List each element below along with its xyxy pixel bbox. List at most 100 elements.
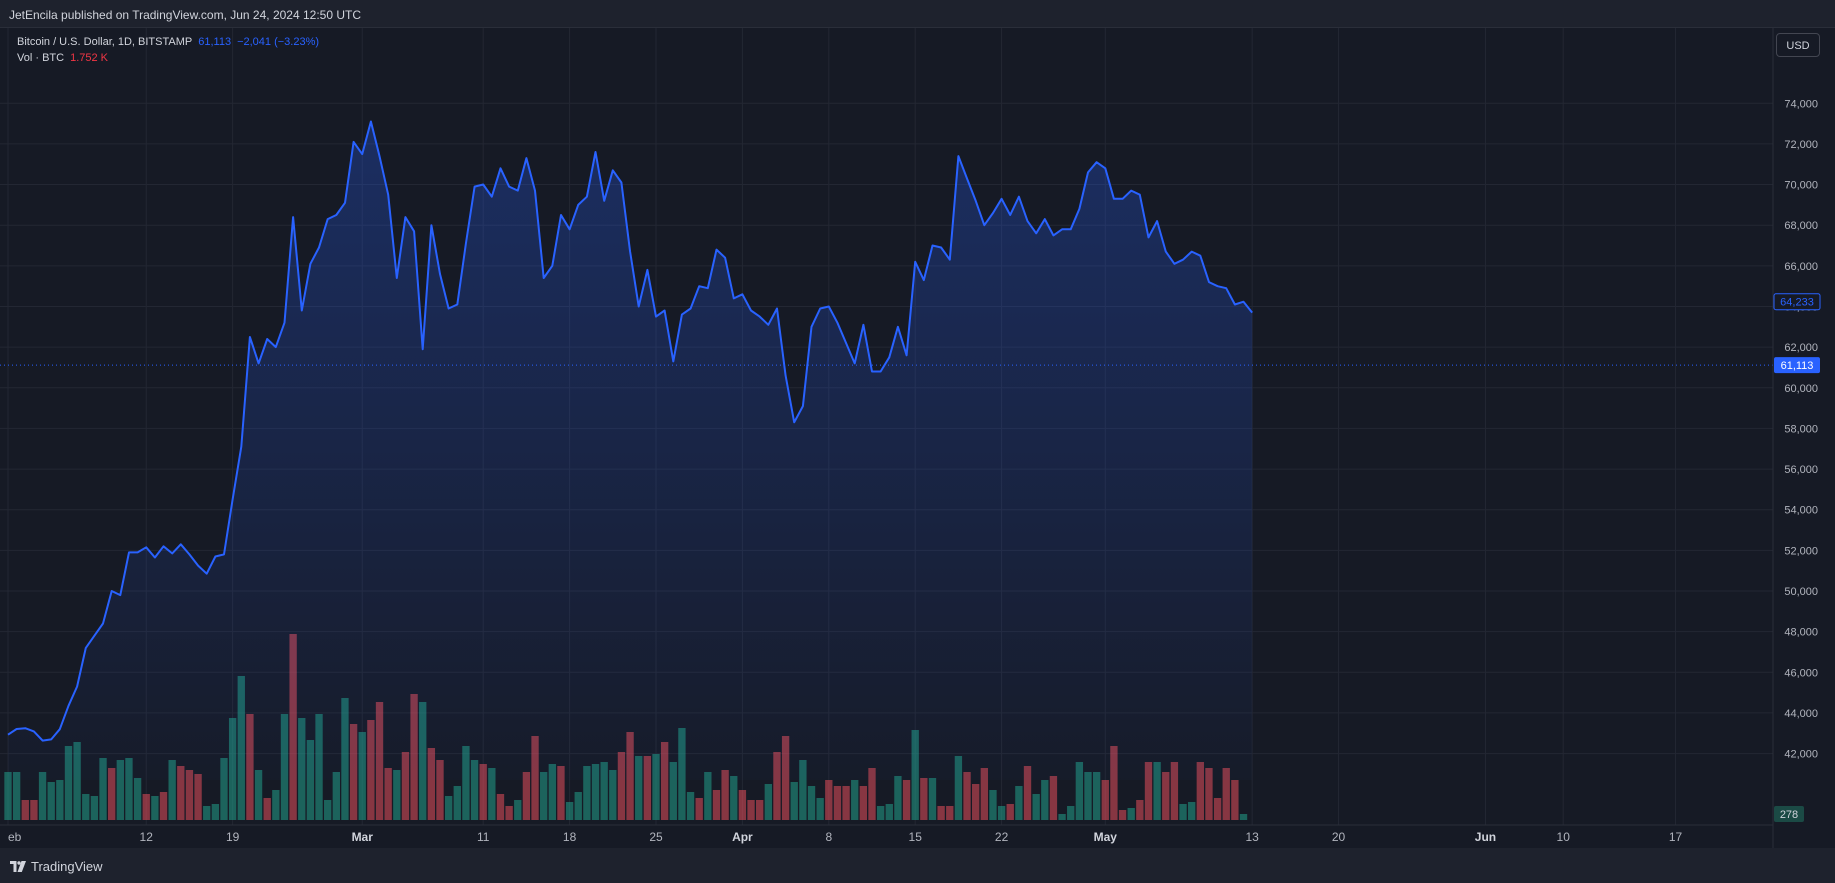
volume-bar	[928, 778, 937, 820]
volume-value: 1.752 K	[70, 52, 108, 64]
volume-bar	[885, 804, 893, 820]
volume-bar	[1032, 794, 1040, 820]
x-tick-label: 25	[649, 830, 663, 844]
volume-bar	[21, 800, 29, 820]
volume-bar	[972, 784, 980, 820]
volume-bar	[756, 800, 764, 820]
price-change: −2,041 (−3.23%)	[237, 36, 320, 48]
volume-bar	[1015, 786, 1023, 820]
volume-bar	[946, 806, 954, 820]
y-tick-label: 44,000	[1784, 708, 1818, 720]
volume-bar	[505, 806, 513, 820]
volume-bar	[1127, 808, 1135, 820]
volume-bar	[1067, 806, 1075, 820]
price-tags: 64,233 61,113 278	[1773, 293, 1821, 822]
volume-bar	[133, 778, 142, 820]
volume-bar	[1231, 780, 1239, 820]
volume-bar	[1188, 802, 1196, 820]
volume-bar	[842, 786, 850, 820]
y-tick-label: 58,000	[1784, 423, 1818, 435]
tradingview-logo-icon	[10, 861, 26, 872]
volume-legend-row[interactable]: Vol · BTC 1.752 K	[17, 50, 319, 66]
y-tick-label: 70,000	[1784, 180, 1818, 192]
volume-bar	[825, 780, 833, 820]
tradingview-brand: TradingView	[31, 859, 103, 874]
volume-bar	[30, 800, 38, 820]
price-area-fill	[8, 121, 1253, 780]
volume-bar	[1058, 814, 1066, 820]
volume-bar	[56, 780, 64, 820]
volume-label: Vol · BTC	[17, 52, 65, 64]
volume-bar	[851, 780, 859, 820]
volume-bar	[1101, 780, 1109, 820]
x-tick-label: May	[1094, 830, 1118, 844]
volume-bar	[1136, 800, 1144, 820]
volume-bar	[816, 798, 824, 820]
volume-bar	[574, 792, 582, 820]
volume-bar	[1118, 810, 1127, 820]
volume-bar	[997, 806, 1006, 820]
volume-bar	[686, 792, 695, 820]
y-tick-label: 56,000	[1784, 464, 1818, 476]
symbol-name: Bitcoin / U.S. Dollar, 1D, BITSTAMP	[17, 36, 193, 48]
x-tick-label: 22	[995, 830, 1009, 844]
volume-bar	[747, 800, 755, 820]
volume-bar	[159, 792, 168, 820]
footer-bar: TradingView	[0, 848, 1835, 883]
x-tick-label: Apr	[732, 830, 753, 844]
x-tick-label: 11	[477, 830, 490, 844]
volume-bar	[211, 804, 220, 820]
volume-bar	[324, 800, 332, 820]
y-tick-label: 66,000	[1784, 261, 1818, 273]
currency-button[interactable]: USD	[1776, 33, 1820, 57]
x-tick-label: 15	[909, 830, 923, 844]
volume-bar	[764, 784, 772, 820]
volume-bar	[730, 776, 738, 820]
volume-bar	[833, 786, 842, 820]
volume-bar	[263, 798, 271, 820]
x-tick-label: 10	[1557, 830, 1571, 844]
y-tick-label: 54,000	[1784, 505, 1818, 517]
y-tick-label: 62,000	[1784, 342, 1818, 354]
tradingview-logo[interactable]: TradingView	[10, 859, 103, 874]
x-tick-label: 17	[1669, 830, 1683, 844]
x-tick-label: 13	[1245, 830, 1259, 844]
volume-bar	[1041, 780, 1049, 820]
volume-bar	[47, 782, 55, 820]
volume-bar	[1049, 776, 1058, 820]
volume-bar	[142, 794, 150, 820]
x-tick-label: Jun	[1475, 830, 1496, 844]
volume-bar	[902, 780, 911, 820]
y-tick-label: 74,000	[1784, 98, 1818, 110]
volume-bar	[807, 786, 816, 820]
x-tick-label: Mar	[352, 830, 374, 844]
x-tick-label: 19	[226, 830, 240, 844]
volume-bar	[496, 794, 505, 820]
symbol-legend-row[interactable]: Bitcoin / U.S. Dollar, 1D, BITSTAMP 61,11…	[17, 34, 319, 50]
volume-bar	[1006, 804, 1014, 820]
volume-bar	[1239, 814, 1248, 820]
volume-bar	[1179, 804, 1187, 820]
y-tick-label: 42,000	[1784, 749, 1818, 761]
volume-bar	[194, 774, 202, 820]
price-chart[interactable]: 74,00072,00070,00068,00066,00064,00062,0…	[0, 0, 1835, 883]
volume-bar	[453, 786, 461, 820]
x-tick-label: 12	[140, 830, 154, 844]
volume-bar	[203, 806, 211, 820]
y-tick-label: 68,000	[1784, 220, 1818, 232]
volume-bar	[514, 800, 522, 820]
time-axis: eb 12 19 Mar 11 18 25 Apr 8 15 22 May 13 20 Jun 10 17	[8, 830, 1683, 844]
volume-bar	[712, 790, 721, 820]
volume-bar	[876, 806, 885, 820]
volume-bar	[82, 794, 90, 820]
chart-legend: Bitcoin / U.S. Dollar, 1D, BITSTAMP 61,11…	[17, 34, 319, 66]
volume-bar	[272, 790, 280, 820]
x-tick-label: 8	[825, 830, 832, 844]
y-tick-label: 60,000	[1784, 383, 1818, 395]
y-tick-label: 50,000	[1784, 586, 1818, 598]
volume-bar	[859, 786, 868, 820]
volume-bar	[695, 798, 703, 820]
volume-tag-label: 278	[1780, 809, 1798, 821]
y-tick-label: 52,000	[1784, 545, 1818, 557]
volume-bar	[894, 776, 902, 820]
